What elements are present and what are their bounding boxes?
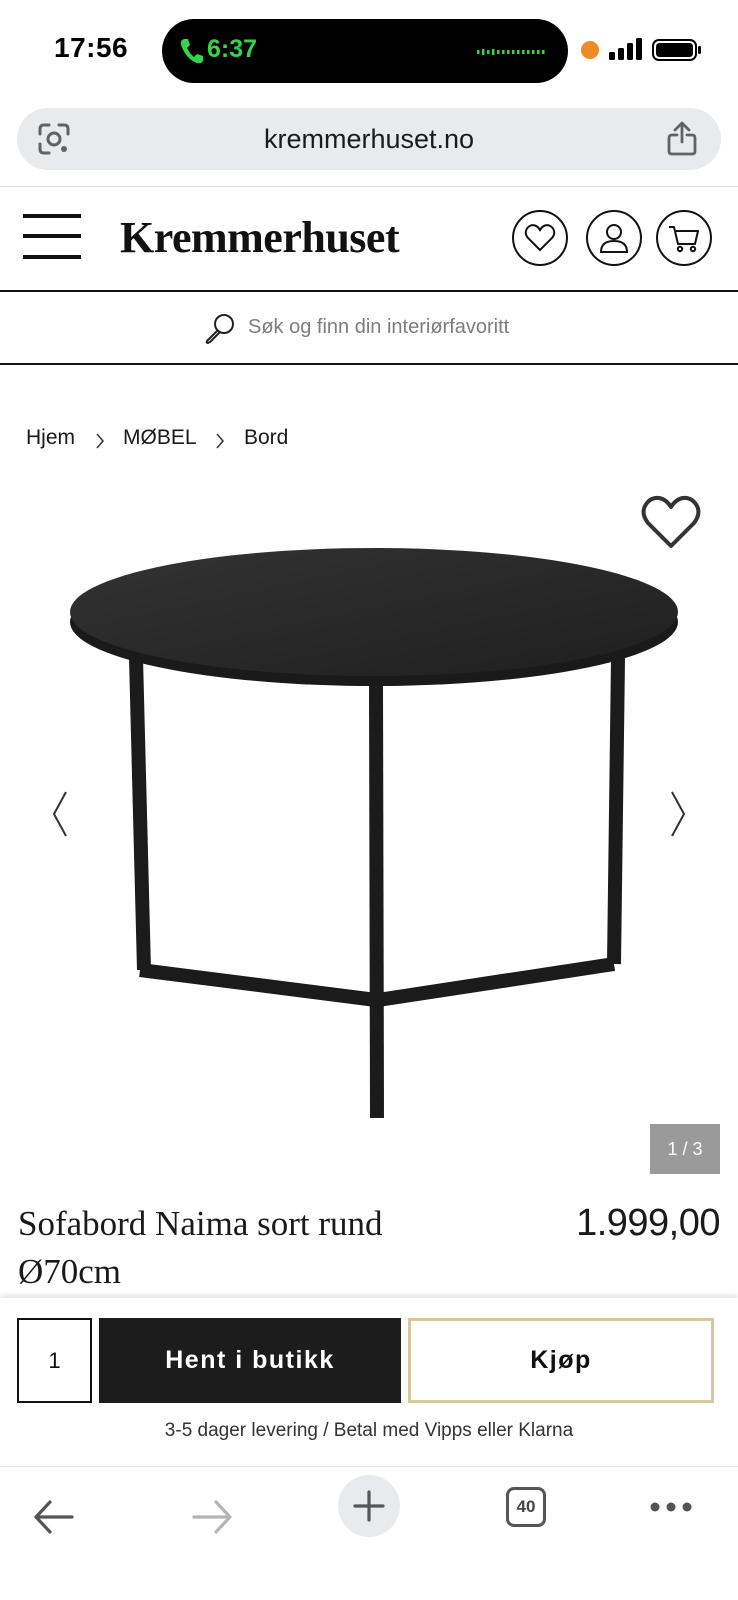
new-tab-button[interactable] — [338, 1475, 400, 1537]
site-logo[interactable]: Kremmerhuset — [120, 212, 400, 263]
url-text[interactable]: kremmerhuset.no — [17, 124, 721, 155]
tab-switcher-button[interactable]: 40 — [506, 1487, 546, 1527]
address-bar[interactable]: kremmerhuset.no — [17, 108, 721, 170]
site-header: Kremmerhuset — [0, 188, 738, 290]
cellular-signal-icon — [609, 38, 642, 60]
wishlist-button[interactable] — [512, 210, 568, 266]
divider — [0, 363, 738, 365]
breadcrumb-item-bord[interactable]: Bord — [244, 426, 288, 450]
chevron-right-icon — [96, 433, 104, 449]
search-input[interactable] — [248, 310, 668, 344]
product-image-table — [70, 548, 678, 1119]
call-duration: 6:37 — [207, 35, 258, 63]
product-price: 1.999,00 — [576, 1202, 720, 1244]
browser-toolbar: 40 — [0, 1466, 738, 1600]
cart-button[interactable] — [656, 210, 712, 266]
site-search — [0, 292, 738, 364]
user-icon — [599, 224, 629, 253]
pickup-in-store-button[interactable]: Hent i butikk — [99, 1318, 401, 1403]
search-icon[interactable] — [204, 312, 236, 346]
heart-icon[interactable] — [640, 494, 702, 550]
share-icon[interactable] — [667, 120, 697, 156]
recording-indicator-icon — [581, 41, 599, 59]
arrow-left-icon[interactable] — [32, 1497, 76, 1537]
product-image-carousel[interactable]: 1 / 3 — [0, 472, 738, 1180]
chevron-right-icon[interactable] — [668, 790, 688, 838]
phone-icon — [180, 39, 203, 64]
product-title: Sofabord Naima sort rund Ø70cm — [18, 1204, 383, 1291]
image-counter: 1 / 3 — [650, 1124, 720, 1174]
buy-button[interactable]: Kjøp — [408, 1318, 714, 1403]
quantity-input[interactable] — [17, 1318, 92, 1403]
battery-icon — [652, 39, 701, 61]
cart-icon — [669, 226, 699, 253]
breadcrumb-item-hjem[interactable]: Hjem — [26, 426, 75, 450]
hamburger-menu-icon[interactable] — [23, 214, 81, 260]
chevron-right-icon — [216, 433, 224, 449]
more-dots-icon[interactable] — [650, 1501, 692, 1513]
dynamic-island-call[interactable]: 6:37 — [162, 19, 568, 83]
status-clock: 17:56 — [54, 32, 129, 63]
status-indicators — [578, 36, 706, 64]
divider — [0, 186, 738, 187]
chevron-left-icon[interactable] — [50, 790, 70, 838]
account-button[interactable] — [586, 210, 642, 266]
arrow-right-icon[interactable] — [190, 1497, 234, 1537]
breadcrumb-item-mobel[interactable]: MØBEL — [123, 426, 197, 450]
audio-waveform-icon — [477, 49, 545, 55]
status-bar: 17:56 6:37 — [0, 0, 738, 100]
delivery-info: 3-5 dager levering / Betal med Vipps ell… — [164, 1420, 574, 1441]
purchase-bar: Hent i butikk Kjøp 3-5 dager levering / … — [0, 1298, 738, 1466]
plus-icon — [353, 1490, 385, 1522]
heart-icon — [524, 224, 556, 252]
